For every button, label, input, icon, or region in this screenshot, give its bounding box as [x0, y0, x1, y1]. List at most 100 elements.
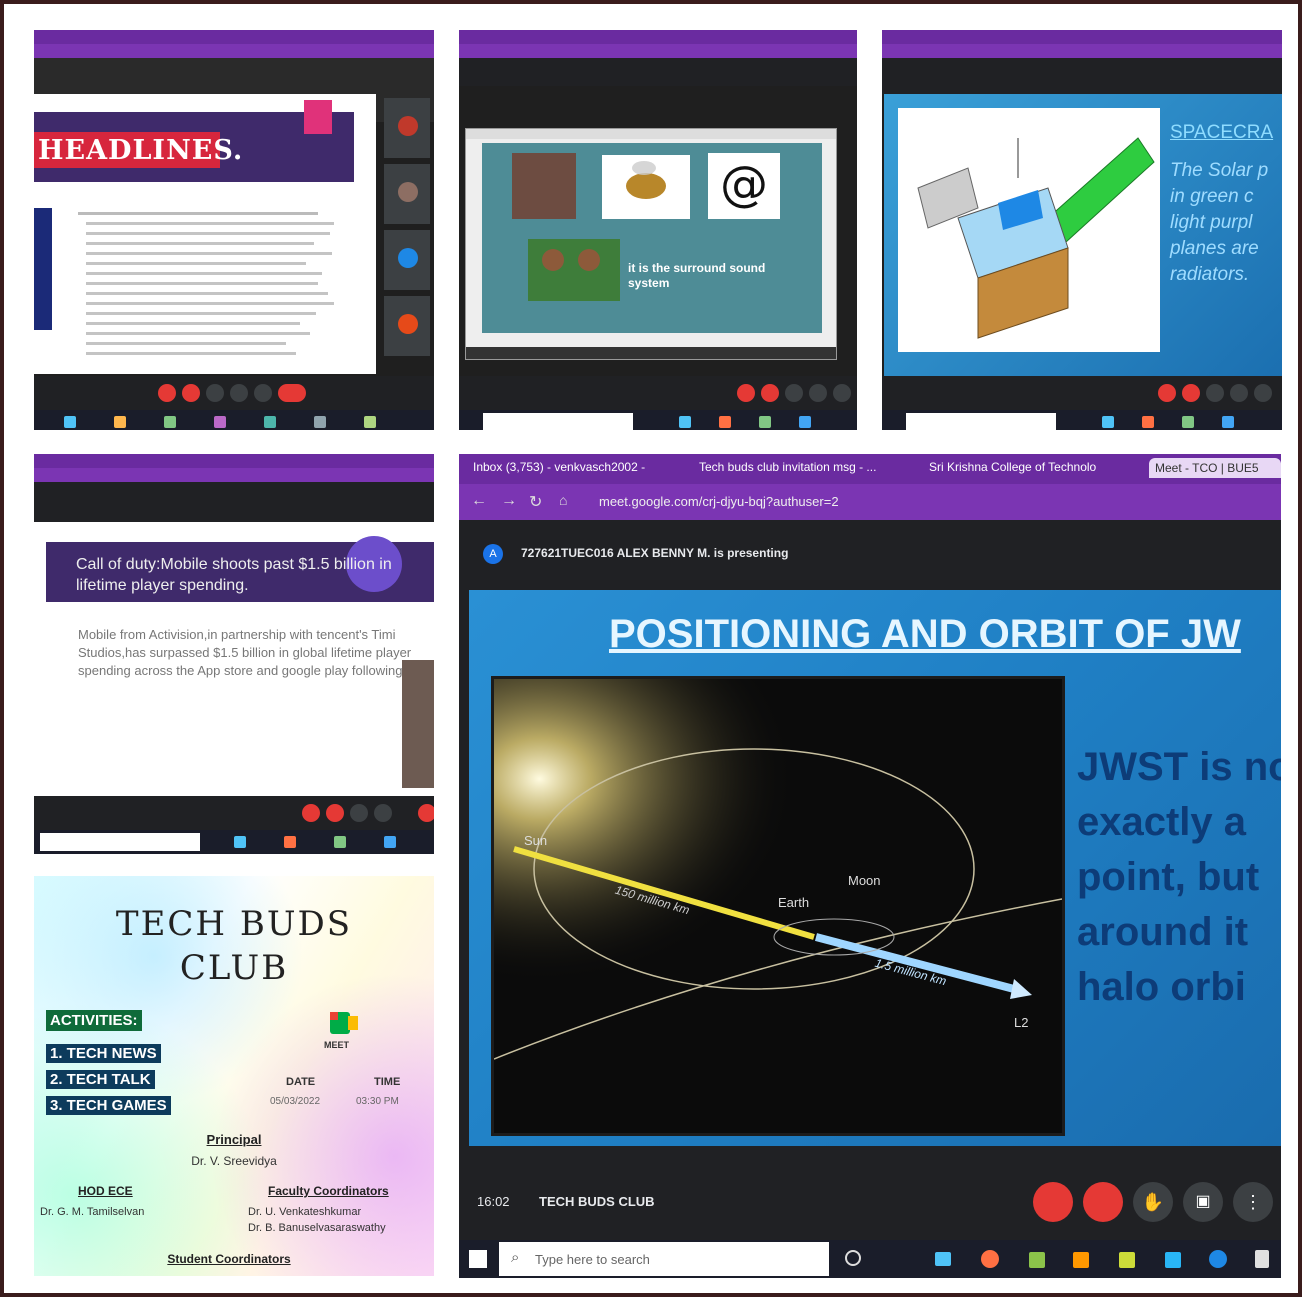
more-options-button[interactable] — [833, 384, 851, 402]
raise-hand-button[interactable] — [206, 384, 224, 402]
url-field[interactable]: meet.google.com/crj-djyu-bqj?authuser=2 — [599, 494, 839, 509]
principal-label: Principal — [206, 1132, 262, 1147]
browser-tab-active[interactable]: Meet - TCO | BUE5 — [1149, 458, 1281, 478]
app-icon[interactable] — [314, 416, 326, 428]
app-icon[interactable] — [1102, 416, 1114, 428]
camera-off-button[interactable] — [761, 384, 779, 402]
browser-tab[interactable]: Sri Krishna College of Technolo — [929, 460, 1119, 474]
taskbar-search[interactable] — [40, 833, 200, 851]
meet-header — [882, 58, 1282, 94]
address-bar[interactable] — [34, 468, 434, 482]
back-icon[interactable]: ← — [471, 492, 487, 510]
browser-tab-strip[interactable] — [34, 454, 434, 468]
app-icon[interactable] — [364, 416, 376, 428]
present-button[interactable] — [1230, 384, 1248, 402]
taskbar-search[interactable] — [483, 413, 633, 430]
app-icon[interactable] — [64, 416, 76, 428]
present-button[interactable] — [809, 384, 827, 402]
mic-off-button[interactable] — [737, 384, 755, 402]
app-icon[interactable] — [114, 416, 126, 428]
present-button[interactable] — [374, 804, 392, 822]
app-icon[interactable] — [679, 416, 691, 428]
player-controls[interactable] — [466, 347, 836, 359]
app-icon[interactable] — [264, 416, 276, 428]
browser-tab-strip[interactable] — [34, 30, 434, 44]
windows-start-icon[interactable] — [469, 1250, 487, 1268]
app-icon[interactable] — [1073, 1252, 1089, 1268]
app-icon[interactable] — [164, 416, 176, 428]
browser-tab[interactable]: Tech buds club invitation msg - ... — [699, 460, 899, 474]
app-icon[interactable] — [1222, 416, 1234, 428]
raise-hand-button[interactable] — [785, 384, 803, 402]
slide-caption: it is the surround sound system — [628, 261, 766, 290]
mic-off-button[interactable] — [302, 804, 320, 822]
more-options-button[interactable]: ⋮ — [1233, 1182, 1273, 1222]
taskbar-search[interactable] — [906, 413, 1056, 430]
camera-off-button[interactable] — [326, 804, 344, 822]
time-value: 03:30 PM — [356, 1096, 399, 1107]
app-icon[interactable] — [334, 836, 346, 848]
file-explorer-icon[interactable] — [935, 1252, 951, 1266]
browser-tab-strip[interactable] — [459, 30, 857, 44]
browser-tab-strip[interactable] — [882, 30, 1282, 44]
people-image — [512, 153, 576, 219]
firefox-icon[interactable] — [981, 1250, 999, 1268]
google-meet-icon — [330, 1008, 360, 1038]
poster-title-line1: TECH BUDS — [115, 904, 353, 944]
more-options-button[interactable] — [254, 384, 272, 402]
faculty-label: Faculty Coordinators — [268, 1184, 389, 1198]
app-icon[interactable] — [234, 836, 246, 848]
more-options-button[interactable] — [1254, 384, 1272, 402]
collage-frame: HEADLINES. @ it is the surround sound sy… — [0, 0, 1302, 1297]
activities-label: ACTIVITIES: — [46, 1010, 142, 1031]
app-icon[interactable] — [1182, 416, 1194, 428]
meeting-time: 16:02 — [477, 1194, 510, 1209]
edge-icon[interactable] — [1209, 1250, 1227, 1268]
participant-tile[interactable] — [384, 296, 430, 356]
forward-icon[interactable]: → — [501, 492, 517, 510]
end-call-button[interactable] — [418, 804, 434, 822]
home-icon[interactable]: ⌂ — [559, 492, 567, 508]
app-icon[interactable] — [284, 836, 296, 848]
participant-tile[interactable] — [384, 164, 430, 224]
panel-main-meet: Inbox (3,753) - venkvasch2002 - Tech bud… — [459, 454, 1281, 1278]
reload-icon[interactable]: ↻ — [529, 492, 542, 512]
slide: @ it is the surround sound system — [482, 143, 822, 333]
app-icon[interactable] — [1255, 1250, 1269, 1268]
mail-icon[interactable] — [1165, 1252, 1181, 1268]
camera-off-button[interactable] — [1083, 1182, 1123, 1222]
app-icon[interactable] — [719, 416, 731, 428]
mic-off-button[interactable] — [1033, 1182, 1073, 1222]
window-titlebar[interactable] — [466, 129, 836, 139]
principal-name: Dr. V. Sreevidya — [191, 1154, 277, 1168]
camera-off-button[interactable] — [1182, 384, 1200, 402]
raise-hand-button[interactable] — [350, 804, 368, 822]
raise-hand-button[interactable]: ✋ — [1133, 1182, 1173, 1222]
present-button[interactable]: ▣ — [1183, 1182, 1223, 1222]
app-icon[interactable] — [1142, 416, 1154, 428]
mic-off-button[interactable] — [1158, 384, 1176, 402]
meet-controls: 16:02 TECH BUDS CLUB ✋ ▣ ⋮ — [459, 1172, 1281, 1232]
camera-off-button[interactable] — [182, 384, 200, 402]
app-icon[interactable] — [1119, 1252, 1135, 1268]
end-call-button[interactable] — [278, 384, 306, 402]
app-icon[interactable] — [799, 416, 811, 428]
app-icon[interactable] — [384, 836, 396, 848]
mic-off-button[interactable] — [158, 384, 176, 402]
participant-tile[interactable] — [384, 230, 430, 290]
meet-header — [34, 482, 434, 522]
address-bar[interactable] — [459, 44, 857, 58]
participant-tile[interactable] — [384, 98, 430, 158]
app-icon[interactable] — [1029, 1252, 1045, 1268]
task-view-icon[interactable] — [845, 1250, 861, 1266]
taskbar-search[interactable]: ⌕ Type here to search — [499, 1242, 829, 1276]
panel-headlines: HEADLINES. — [34, 30, 434, 430]
panel-surround: @ it is the surround sound system — [459, 30, 857, 430]
app-icon[interactable] — [759, 416, 771, 428]
address-bar[interactable] — [882, 44, 1282, 58]
raise-hand-button[interactable] — [1206, 384, 1224, 402]
browser-tab[interactable]: Inbox (3,753) - venkvasch2002 - — [473, 460, 683, 474]
address-bar[interactable] — [34, 44, 434, 58]
present-button[interactable] — [230, 384, 248, 402]
app-icon[interactable] — [214, 416, 226, 428]
